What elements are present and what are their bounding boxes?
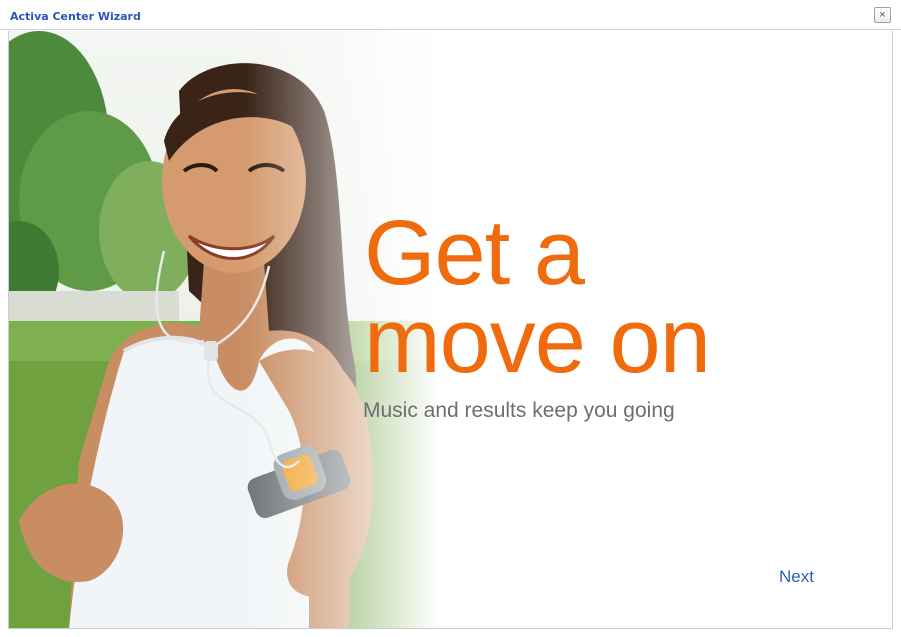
title-bar: Activa Center Wizard × bbox=[0, 0, 901, 30]
close-button[interactable]: × bbox=[874, 7, 891, 23]
close-icon: × bbox=[879, 9, 886, 21]
subheadline: Music and results keep you going bbox=[363, 399, 675, 422]
wizard-window: Activa Center Wizard × Get a move on Mus… bbox=[0, 0, 901, 637]
window-title: Activa Center Wizard bbox=[10, 10, 141, 23]
next-link[interactable]: Next bbox=[779, 567, 814, 587]
wizard-page: Get a move on Music and results keep you… bbox=[8, 31, 893, 629]
headline-line-1: Get a bbox=[364, 202, 585, 304]
headline-line-2: move on bbox=[364, 290, 711, 392]
headline: Get a move on bbox=[364, 202, 711, 392]
